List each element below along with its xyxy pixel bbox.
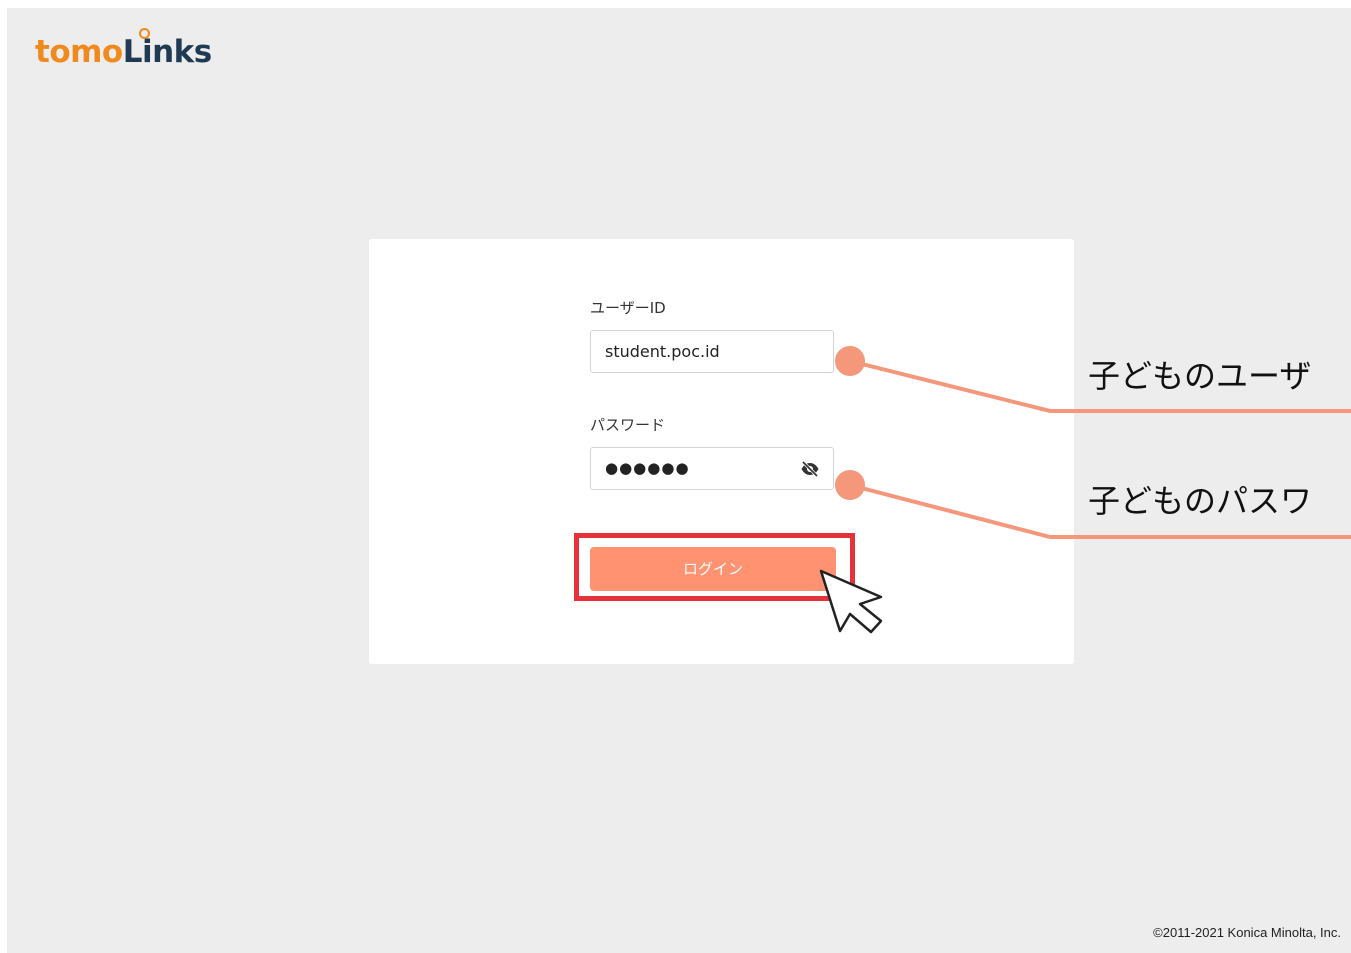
password-label: パスワード <box>590 416 666 434</box>
user-id-callout-text: 子どものユーザ <box>1088 357 1312 395</box>
copyright-footer: ©2011-2021 Konica Minolta, Inc. <box>1153 925 1341 940</box>
eye-slash-icon[interactable] <box>800 460 820 478</box>
logo-dot-icon <box>139 28 150 39</box>
tomolinks-logo: tomoLinks <box>35 28 213 72</box>
logo-tomo: tomo <box>35 34 123 70</box>
password-value: ●●●●●● <box>605 459 690 477</box>
logo-links: Links <box>122 34 213 70</box>
password-callout-text: 子どものパスワ <box>1088 482 1313 520</box>
password-input[interactable]: ●●●●●● <box>590 447 834 490</box>
login-button[interactable]: ログイン <box>590 547 836 591</box>
user-id-label: ユーザーID <box>590 299 666 317</box>
user-id-input[interactable]: student.poc.id <box>590 330 834 373</box>
user-id-value: student.poc.id <box>605 342 720 361</box>
